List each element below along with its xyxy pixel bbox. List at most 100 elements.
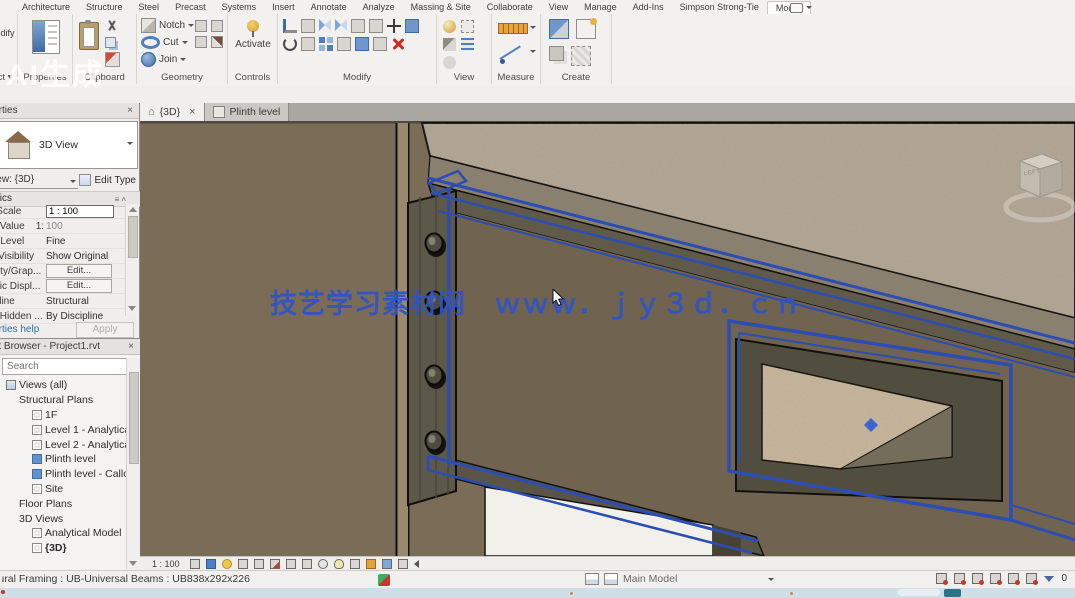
create-similar-icon[interactable]	[571, 46, 591, 66]
project-browser-header[interactable]: Project Browser - Project1.rvt ×	[0, 339, 140, 355]
pin-icon[interactable]	[355, 37, 369, 51]
browser-tree-item[interactable]: Plinth level - Callout 1	[0, 467, 126, 482]
mirror-pick-icon[interactable]	[335, 19, 347, 31]
scale-icon[interactable]	[337, 37, 351, 51]
default-3d-view-icon[interactable]	[443, 20, 456, 33]
cut-icon[interactable]	[105, 20, 118, 33]
apply-button[interactable]: Apply	[76, 322, 134, 338]
ribbon-tab[interactable]: Insert	[264, 1, 303, 13]
section-box-icon[interactable]	[461, 20, 474, 33]
browser-tree-item[interactable]: 3D Views	[0, 511, 126, 526]
properties-help-link[interactable]: Properties help	[0, 324, 60, 335]
3d-scene-canvas[interactable]	[140, 121, 1075, 556]
3d-viewport[interactable]: LEFT 技艺学习素材网 ｗｗｗ．ｊｙ３ｄ．ｃｎ	[140, 121, 1075, 556]
browser-tree-item[interactable]: 1F	[0, 408, 126, 423]
browser-tree-item[interactable]: Analytical Model	[0, 526, 126, 541]
view-scale-input[interactable]	[46, 205, 114, 218]
modify-arrow-button[interactable]: Modify	[0, 28, 18, 38]
analytical-model-icon[interactable]	[382, 559, 392, 569]
apply-coping-icon[interactable]	[211, 20, 223, 32]
move-icon[interactable]	[387, 19, 401, 33]
browser-tree-item[interactable]: Site	[0, 482, 126, 497]
crop-region-icon[interactable]	[270, 559, 280, 569]
measure-angle-icon[interactable]	[500, 46, 522, 62]
worksets-icon[interactable]	[378, 574, 390, 586]
cope-icon[interactable]	[195, 20, 207, 32]
array-icon[interactable]	[319, 37, 333, 51]
properties-header[interactable]: Properties ×	[0, 103, 139, 119]
scroll-up-icon[interactable]	[129, 207, 137, 212]
rotate-icon[interactable]	[283, 37, 297, 51]
type-selector[interactable]: 3D View	[0, 121, 138, 169]
join-geometry-tool[interactable]: Join	[137, 51, 227, 68]
paste-button[interactable]	[79, 22, 99, 50]
mirror-axis-icon[interactable]	[319, 19, 331, 31]
scale-button[interactable]: 1 : 100	[148, 558, 184, 570]
panel-label-select[interactable]: Select ▾	[0, 72, 17, 83]
browser-tree-item[interactable]: Structural Plans	[0, 393, 126, 408]
scrollbar-thumb[interactable]	[129, 372, 139, 464]
show-crop-icon[interactable]	[286, 559, 296, 569]
unpin-icon[interactable]	[373, 37, 387, 51]
properties-scrollbar[interactable]	[125, 204, 139, 316]
properties-button[interactable]	[32, 20, 60, 54]
ribbon-tab[interactable]: Massing & Site	[403, 1, 479, 13]
create-parts-icon[interactable]	[549, 19, 569, 39]
ribbon-tab[interactable]: View	[541, 1, 576, 13]
trim-extend-icon[interactable]	[369, 19, 383, 33]
filter-icon[interactable]	[1044, 576, 1054, 582]
select-underlay-icon[interactable]	[954, 573, 965, 584]
graphic-display-edit-button[interactable]: Edit...	[46, 279, 112, 293]
align-icon[interactable]	[283, 19, 297, 33]
edit-type-button[interactable]: Edit Type	[79, 174, 136, 186]
ribbon-tab[interactable]: Analyze	[355, 1, 403, 13]
browser-tree-item[interactable]: {3D}	[0, 541, 126, 556]
ribbon-tab[interactable]: Architecture	[14, 1, 78, 13]
browser-scrollbar[interactable]	[126, 358, 140, 571]
render-icon[interactable]	[443, 38, 456, 51]
ribbon-tab[interactable]: Collaborate	[479, 1, 541, 13]
unlocked-view-icon[interactable]	[302, 559, 312, 569]
select-pinned-icon[interactable]	[972, 573, 983, 584]
view-tab-plinth-level[interactable]: Plinth level	[205, 103, 290, 121]
close-icon[interactable]: ×	[125, 339, 137, 353]
background-processes-icon[interactable]	[1026, 573, 1037, 584]
ribbon-tab[interactable]: Systems	[214, 1, 265, 13]
render-gallery-icon[interactable]	[461, 38, 474, 51]
scroll-down-icon[interactable]	[129, 561, 137, 566]
split-icon[interactable]	[351, 19, 365, 33]
activate-controls-button[interactable]: Activate	[235, 20, 271, 64]
browser-tree-item[interactable]: Floor Plans	[0, 496, 126, 511]
select-links-icon[interactable]	[936, 573, 947, 584]
shadows-icon[interactable]	[238, 559, 248, 569]
browser-tree-item[interactable]: Level 2 - Analytical	[0, 437, 126, 452]
close-icon[interactable]: ×	[124, 103, 136, 117]
reveal-hidden-icon[interactable]	[334, 559, 344, 569]
instance-selector[interactable]: 3D View: {3D}	[0, 174, 78, 189]
ribbon-tab[interactable]: Simpson Strong-Tie	[672, 1, 767, 13]
ribbon-tab[interactable]: Steel	[131, 1, 168, 13]
temporary-isolate-icon[interactable]	[318, 559, 328, 569]
match-type-icon[interactable]	[105, 52, 120, 67]
measure-ruler-icon[interactable]	[498, 23, 528, 34]
browser-tree-item[interactable]: Views (all)	[0, 378, 126, 393]
active-workset-control[interactable]: Main Model	[585, 573, 677, 585]
constraints-icon[interactable]	[398, 559, 408, 569]
ribbon-tab[interactable]: Annotate	[303, 1, 355, 13]
param-row-detail-level[interactable]: Detail Level Fine	[0, 234, 126, 249]
scrollbar-thumb[interactable]	[128, 216, 138, 258]
browser-tree-item[interactable]: Level 1 - Analytical	[0, 422, 126, 437]
copy-icon[interactable]	[405, 19, 419, 33]
detail-level-icon[interactable]	[190, 559, 200, 569]
close-tab-icon[interactable]: ×	[189, 106, 195, 118]
temporary-view-properties-icon[interactable]	[366, 559, 376, 569]
chevron-down-icon[interactable]	[768, 578, 774, 581]
paint-icon[interactable]	[195, 36, 207, 48]
visibility-graphics-edit-button[interactable]: Edit...	[46, 264, 112, 278]
create-group-icon[interactable]	[549, 46, 564, 61]
sun-settings-icon[interactable]	[222, 559, 232, 569]
delete-icon[interactable]	[391, 37, 405, 51]
view-tab-3d[interactable]: ⌂ {3D} ×	[140, 103, 205, 121]
ribbon-display-toggle[interactable]	[790, 2, 816, 13]
copy-to-clipboard-icon[interactable]	[105, 37, 116, 48]
